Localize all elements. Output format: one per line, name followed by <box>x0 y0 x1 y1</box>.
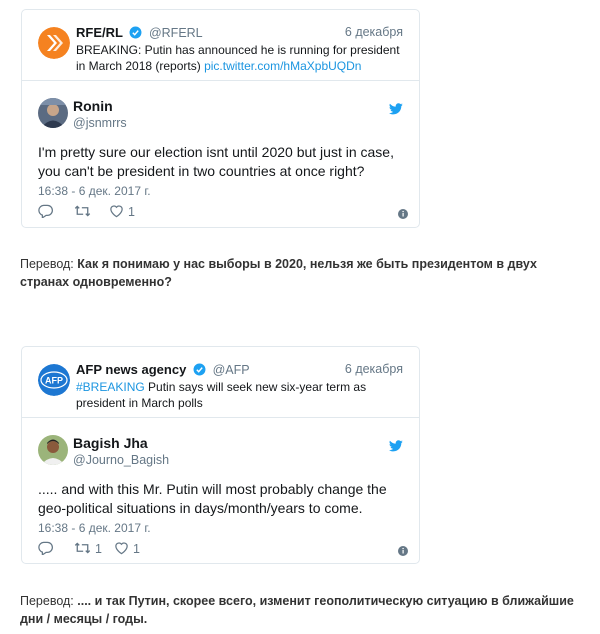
quoted-hashtag-link[interactable]: #BREAKING <box>76 380 145 394</box>
retweet-button[interactable]: 1 <box>74 540 102 558</box>
translation-label: Перевод: <box>20 594 78 608</box>
author-name[interactable]: Ronin <box>73 98 113 114</box>
afp-avatar[interactable]: AFP <box>38 364 70 396</box>
tweet-text: ..... and with this Mr. Putin will most … <box>38 481 387 516</box>
quoted-pic-link[interactable]: pic.twitter.com/hMaXpbUQDn <box>204 59 361 73</box>
quoted-date[interactable]: 6 декабря <box>345 362 403 376</box>
avatar[interactable] <box>38 98 68 128</box>
twitter-bird-icon[interactable] <box>389 102 403 120</box>
reply-button[interactable] <box>38 203 53 221</box>
svg-text:AFP: AFP <box>45 376 63 386</box>
retweet-icon <box>74 541 91 558</box>
tweet-timestamp[interactable]: 16:38 - 6 дек. 2017 г. <box>38 184 151 198</box>
translation-label: Перевод: <box>20 257 78 271</box>
tweet-text: I'm pretty sure our election isnt until … <box>38 144 394 179</box>
reply-icon <box>38 541 53 558</box>
retweet-button[interactable] <box>74 203 95 221</box>
avatar[interactable] <box>38 435 68 465</box>
translation-text: Перевод: .... и так Путин, скорее всего,… <box>20 592 580 628</box>
heart-icon <box>114 541 129 558</box>
quoted-date[interactable]: 6 декабря <box>345 25 403 39</box>
verified-badge-icon <box>193 363 206 379</box>
like-button[interactable]: 1 <box>114 540 140 558</box>
twitter-bird-icon[interactable] <box>389 439 403 457</box>
quoted-tweet[interactable]: RFE/RL @RFERL 6 декабря BREAKING: Putin … <box>22 10 419 81</box>
translation-body: Как я понимаю у нас выборы в 2020, нельз… <box>20 257 537 289</box>
like-button[interactable]: 1 <box>109 203 135 221</box>
quoted-author-handle[interactable]: @AFP <box>213 363 250 377</box>
retweet-count: 1 <box>95 542 102 556</box>
author-name[interactable]: Bagish Jha <box>73 435 148 451</box>
quoted-tweet[interactable]: AFP AFP news agency @AFP 6 декабря #BREA… <box>22 347 419 418</box>
reply-icon <box>38 204 53 221</box>
like-count: 1 <box>133 542 140 556</box>
author-handle[interactable]: @Journo_Bagish <box>73 453 169 467</box>
quoted-author-name[interactable]: AFP news agency <box>76 362 186 377</box>
rferl-avatar[interactable] <box>38 27 70 59</box>
quoted-text: BREAKING: Putin has announced he is runn… <box>76 42 406 74</box>
tweet-actions: 1 1 <box>38 540 408 558</box>
embedded-tweet-card[interactable]: RFE/RL @RFERL 6 декабря BREAKING: Putin … <box>21 9 420 228</box>
translation-text: Перевод: Как я понимаю у нас выборы в 20… <box>20 255 580 291</box>
quoted-author-handle[interactable]: @RFERL <box>149 26 203 40</box>
heart-icon <box>109 204 124 221</box>
tweet-actions: 1 <box>38 203 408 221</box>
embedded-tweet-card[interactable]: AFP AFP news agency @AFP 6 декабря #BREA… <box>21 346 420 564</box>
quoted-author[interactable]: AFP news agency @AFP <box>76 362 250 379</box>
reply-button[interactable] <box>38 540 53 558</box>
info-icon[interactable] <box>398 543 408 561</box>
tweet-timestamp[interactable]: 16:38 - 6 дек. 2017 г. <box>38 521 151 535</box>
author-handle[interactable]: @jsnmrrs <box>73 116 127 130</box>
retweet-icon <box>74 204 91 221</box>
quoted-text: #BREAKING Putin says will seek new six-y… <box>76 379 406 411</box>
translation-body: .... и так Путин, скорее всего, изменит … <box>20 594 574 626</box>
like-count: 1 <box>128 205 135 219</box>
verified-badge-icon <box>129 26 142 42</box>
info-icon[interactable] <box>398 206 408 224</box>
quoted-author-name[interactable]: RFE/RL <box>76 25 123 40</box>
quoted-author[interactable]: RFE/RL @RFERL <box>76 25 203 42</box>
